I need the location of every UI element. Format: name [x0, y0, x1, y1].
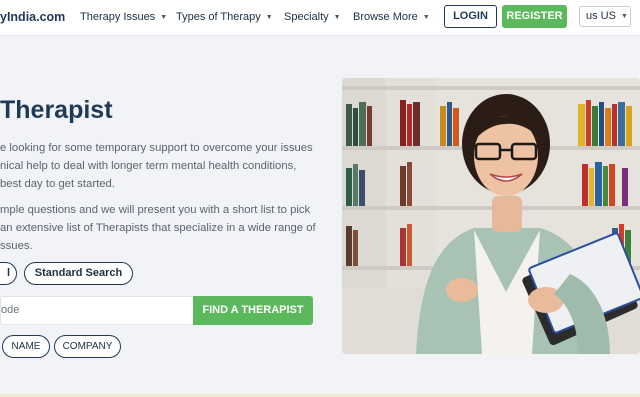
instructions-paragraph: mple questions and we will present you w…	[0, 201, 316, 255]
locale-label: us US	[586, 10, 616, 22]
caret-down-icon: ▼	[620, 13, 628, 20]
nav-label: Specialty	[284, 11, 329, 23]
nav-browse-more[interactable]: Browse More ▼	[353, 11, 430, 23]
instructions-line: an extensive list of Therapists that spe…	[0, 222, 316, 234]
nav-label: Browse More	[353, 11, 418, 23]
therapist-hero-photo	[342, 78, 640, 354]
therapist-photo-illustration	[342, 78, 640, 354]
locale-selector[interactable]: us US ▼	[579, 6, 631, 27]
instructions-line: mple questions and we will present you w…	[0, 204, 311, 216]
intro-line: e looking for some temporary support to …	[0, 142, 313, 154]
site-header: yIndia.com Therapy Issues ▼ Types of Ther…	[0, 0, 640, 36]
nav-label: Therapy Issues	[80, 11, 156, 23]
find-therapist-button[interactable]: FIND A THERAPIST	[193, 296, 313, 325]
search-by-company-button[interactable]: COMPANY	[54, 335, 121, 358]
search-mode-button[interactable]: l	[0, 262, 17, 285]
search-by-name-button[interactable]: NAME	[2, 335, 50, 358]
instructions-line: ssues.	[0, 240, 33, 252]
nav-therapy-issues[interactable]: Therapy Issues ▼	[80, 11, 167, 23]
intro-paragraph: e looking for some temporary support to …	[0, 139, 313, 193]
caret-down-icon: ▼	[422, 14, 430, 21]
page-title: Therapist	[0, 96, 113, 124]
site-logo[interactable]: yIndia.com	[0, 10, 65, 24]
login-button[interactable]: LOGIN	[444, 5, 497, 28]
caret-down-icon: ▼	[265, 14, 273, 21]
standard-search-button[interactable]: Standard Search	[24, 262, 133, 285]
caret-down-icon: ▼	[160, 14, 168, 21]
nav-label: Types of Therapy	[176, 11, 261, 23]
register-button[interactable]: REGISTER	[502, 5, 567, 28]
nav-types-of-therapy[interactable]: Types of Therapy ▼	[176, 11, 273, 23]
zip-code-input[interactable]: ode	[0, 296, 193, 325]
intro-line: nical help to deal with longer term ment…	[0, 160, 297, 172]
intro-line: best day to get started.	[0, 178, 115, 190]
nav-specialty[interactable]: Specialty ▼	[284, 11, 341, 23]
caret-down-icon: ▼	[333, 14, 341, 21]
